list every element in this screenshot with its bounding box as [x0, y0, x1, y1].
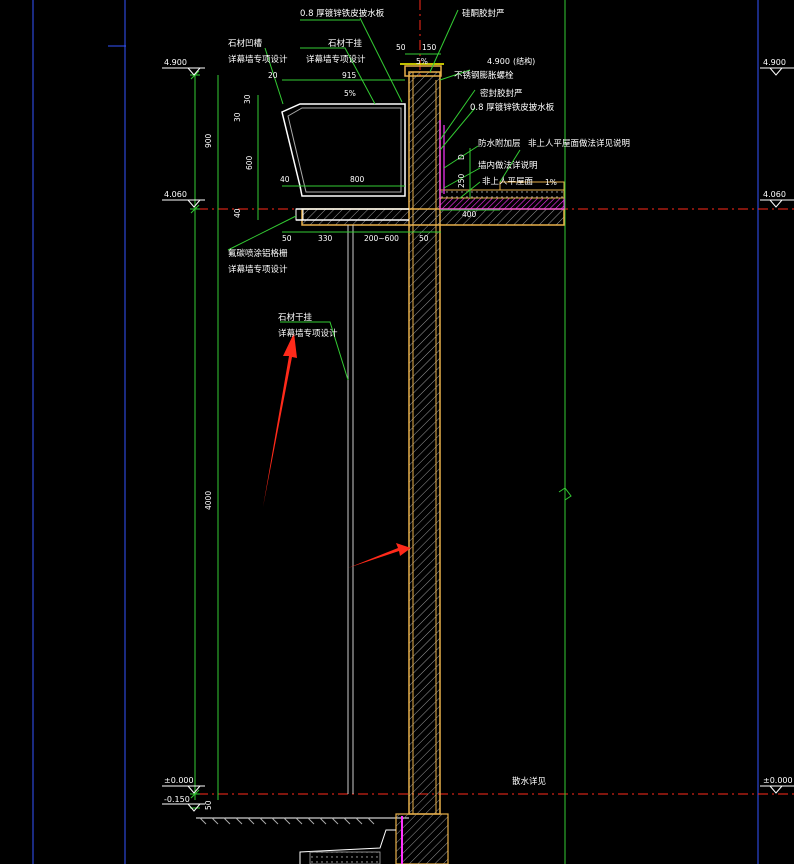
- dim-250: 250: [457, 173, 466, 188]
- label-alum-grille: 氟碳喷涂铝格栅: [228, 248, 288, 259]
- label-sealant-top: 硅酮胶封严: [462, 8, 505, 19]
- dim-50-bot2: 50: [419, 234, 429, 243]
- level-left-4900: 4.900: [164, 58, 187, 67]
- dim-400: 400: [462, 210, 477, 219]
- dim-50-top: 50: [396, 43, 406, 52]
- dim-200-600: 200~600: [364, 234, 399, 243]
- dim-900: 900: [204, 133, 213, 148]
- label-stone-groove: 石材凹槽: [228, 38, 263, 49]
- dim-50-base: 50: [204, 800, 213, 810]
- label-curtain-design-2: 详幕墙专项设计: [306, 54, 366, 65]
- level-struct-note: (结构): [513, 56, 535, 66]
- dim-5pct-top: 5%: [416, 57, 428, 66]
- section-drawing: 4.900 4.060 ±0.000 -0.150 4.900 4.060 ±0…: [0, 0, 794, 864]
- label-dispersion: 散水详见: [512, 776, 547, 787]
- level-struct-4900: 4.900: [487, 57, 510, 66]
- label-ss-bolt: 不锈钢膨胀螺栓: [454, 70, 514, 81]
- label-sealant-2: 密封胶封严: [480, 88, 523, 99]
- dim-5pct: 5%: [344, 89, 356, 98]
- dim-600: 600: [245, 155, 254, 170]
- dim-50-bot: 50: [282, 234, 292, 243]
- mark-d: D: [457, 154, 466, 160]
- label-curtain-design-3: 详幕墙专项设计: [228, 264, 288, 275]
- roof-insulation: [439, 189, 565, 199]
- label-metal-flashing: 0.8 厚镀锌铁皮披水板: [300, 8, 385, 19]
- dim-20: 20: [268, 71, 278, 80]
- dim-1pct: 1%: [545, 178, 557, 187]
- level-left-4060: 4.060: [164, 190, 187, 199]
- label-curtain-design-1: 详幕墙专项设计: [228, 54, 288, 65]
- background: [0, 0, 794, 864]
- dim-30b: 30: [233, 112, 242, 122]
- label-roof-type: 非上人平屋面: [482, 176, 534, 187]
- dim-150-top: 150: [422, 43, 437, 52]
- level-right-4900: 4.900: [763, 58, 786, 67]
- label-stone-hanger-2: 石材干挂: [278, 312, 313, 323]
- level-right-000: ±0.000: [763, 776, 793, 785]
- main-wall: [408, 71, 441, 815]
- level-left-neg150: -0.150: [164, 795, 190, 804]
- roof-slab: [301, 208, 565, 226]
- label-curtain-design-4: 详幕墙专项设计: [278, 328, 338, 339]
- dim-40a: 40: [280, 175, 290, 184]
- dim-40b: 40: [233, 208, 242, 218]
- roof-layers: [439, 197, 565, 210]
- dim-330: 330: [318, 234, 333, 243]
- level-left-000: ±0.000: [164, 776, 194, 785]
- dim-4000: 4000: [204, 491, 213, 510]
- label-roof-note: 非上人平屋面做法详见说明: [528, 138, 630, 149]
- label-waterproof-add: 防水附加层: [478, 138, 521, 149]
- label-flashing-2: 0.8 厚镀锌铁皮披水板: [470, 102, 555, 113]
- dim-30a: 30: [243, 94, 252, 104]
- dim-915: 915: [342, 71, 357, 80]
- label-stone-hanger: 石材干挂: [328, 38, 363, 49]
- dim-800: 800: [350, 175, 365, 184]
- level-right-4060: 4.060: [763, 190, 786, 199]
- label-wall-note: 墙内做法详说明: [478, 160, 538, 171]
